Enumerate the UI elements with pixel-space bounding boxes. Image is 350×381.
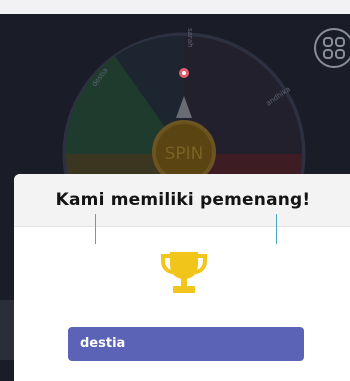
trophy-icon [161,252,207,293]
wheel-marker-dot-inner [182,71,186,75]
dialog-title: Kami memiliki pemenang! [55,190,311,210]
menu-grid-icon [323,37,345,59]
top-bar [0,0,350,14]
segment-label: sarah [186,28,194,48]
spin-label: SPIN [165,144,204,164]
menu-button[interactable] [314,28,350,68]
winner-name: destia [80,336,126,351]
text-cursor [276,214,277,244]
winner-name-field[interactable]: destia [68,327,304,361]
spin-wheel[interactable]: destia sarah andhika SPIN [0,14,350,194]
text-cursor [95,214,96,244]
background-panel-edge [0,300,14,360]
dialog-header: Kami memiliki pemenang! [14,174,350,227]
winner-dialog: Kami memiliki pemenang! destia [14,174,350,381]
